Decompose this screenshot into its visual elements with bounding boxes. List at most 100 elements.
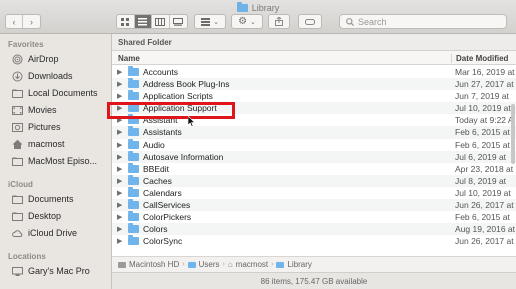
back-forward-buttons: ‹ › [5,14,41,29]
file-row[interactable]: ▶ Caches Jul 8, 2019 at [112,174,516,187]
file-date-modified: Feb 6, 2015 at [455,139,510,150]
folder-icon [128,186,139,197]
disclosure-triangle-icon[interactable]: ▶ [117,80,122,88]
sidebar-item-label: AirDrop [28,54,59,64]
share-button[interactable] [268,14,290,29]
back-button[interactable]: ‹ [6,15,24,28]
file-row[interactable]: ▶ BBEdit Apr 23, 2018 at [112,162,516,175]
disclosure-triangle-icon[interactable]: ▶ [117,225,122,233]
folder-icon [128,235,139,246]
chevron-right-icon: › [30,16,34,27]
sidebar-item-desktop[interactable]: Desktop [12,209,61,223]
group-by-button[interactable]: ⌄ [194,14,226,29]
file-row[interactable]: ▶ ColorSync Jun 26, 2017 at [112,235,516,247]
grid-icon [120,17,129,26]
file-name: Assistants [143,127,182,138]
file-row[interactable]: ▶ Autosave Information Jul 6, 2019 at [112,150,516,163]
sidebar-item-airdrop[interactable]: AirDrop [12,52,59,66]
disclosure-triangle-icon[interactable]: ▶ [117,189,122,197]
airdrop-icon [12,54,23,64]
folder-icon [128,162,139,173]
gear-icon: ⚙ [238,16,248,27]
file-row[interactable]: ▶ Application Scripts Jun 7, 2019 at [112,90,516,102]
file-name: Calendars [143,187,182,198]
column-header-name[interactable]: Name [118,54,140,63]
disclosure-triangle-icon[interactable]: ▶ [117,213,122,221]
forward-button[interactable]: › [23,15,40,28]
disclosure-triangle-icon[interactable]: ▶ [117,165,122,173]
file-date-modified: Jul 10, 2019 at [455,187,511,198]
group-icon [201,17,211,26]
gallery-view-button[interactable] [170,15,187,28]
disclosure-triangle-icon[interactable]: ▶ [117,201,122,209]
sidebar-item-label: Local Documents [28,88,98,98]
file-name: Audio [143,139,165,150]
file-name: Colors [143,224,168,235]
file-date-modified: Jun 26, 2017 at [455,236,514,247]
folder-icon [128,199,139,210]
chevron-down-icon: ⌄ [250,18,256,26]
file-date-modified: Apr 23, 2018 at [455,163,514,174]
file-date-modified: Jun 7, 2019 at [455,91,509,102]
mouse-cursor-icon [188,116,196,127]
hard-drive-icon [118,261,126,268]
path-segment-macintosh-hd[interactable]: Macintosh HD [129,260,179,269]
disclosure-triangle-icon[interactable]: ▶ [117,141,122,149]
sidebar-item-macmost-episodes[interactable]: MacMost Episo... [12,154,97,168]
sidebar-item-pictures[interactable]: Pictures [12,120,61,134]
disclosure-triangle-icon[interactable]: ▶ [117,237,122,245]
path-segment-users[interactable]: Users [199,260,220,269]
sidebar-item-documents[interactable]: Documents [12,192,74,206]
sidebar-item-label: macmost [28,139,65,149]
folder-icon [12,157,23,166]
column-view-button[interactable] [152,15,170,28]
file-row[interactable]: ▶ Audio Feb 6, 2015 at [112,138,516,151]
file-name: Application Scripts [143,91,213,102]
list-view-button[interactable] [134,15,152,28]
disclosure-triangle-icon[interactable]: ▶ [117,92,122,100]
chevron-right-icon: › [271,261,274,268]
sidebar-item-label: MacMost Episo... [28,156,98,166]
shared-folder-header: Shared Folder [112,34,516,51]
file-date-modified: Mar 16, 2019 at [455,67,515,77]
folder-icon [12,212,23,221]
column-header-date-modified[interactable]: Date Modified [451,54,508,63]
sidebar-item-macmost[interactable]: macmost [12,137,65,151]
file-name: Accounts [143,67,178,77]
folder-icon [128,223,139,234]
icon-view-button[interactable] [117,15,135,28]
file-row[interactable]: ▶ CallServices Jun 26, 2017 at [112,199,516,212]
sidebar-item-gary-mac-pro[interactable]: Gary's Mac Pro [12,264,90,278]
sidebar-item-downloads[interactable]: Downloads [12,69,73,83]
file-date-modified: Feb 6, 2015 at [455,212,510,223]
status-text: 86 items, 175.47 GB available [260,276,368,286]
sidebar-header-favorites: Favorites [8,40,44,49]
sidebar-item-movies[interactable]: Movies [12,103,57,117]
home-icon [12,139,23,149]
folder-icon [12,89,23,98]
search-field[interactable]: Search [339,14,507,29]
sidebar-item-label: Documents [28,194,74,204]
cloud-icon [12,229,23,237]
file-row[interactable]: ▶ Colors Aug 19, 2016 at [112,223,516,236]
disclosure-triangle-icon[interactable]: ▶ [117,153,122,161]
file-row[interactable]: ▶ Address Book Plug-Ins Jun 27, 2017 at [112,78,516,91]
file-row[interactable]: ▶ Assistants Feb 6, 2015 at [112,126,516,139]
disclosure-triangle-icon[interactable]: ▶ [117,68,122,76]
disclosure-triangle-icon[interactable]: ▶ [117,128,122,136]
path-segment-macmost[interactable]: macmost [236,260,268,269]
path-segment-library[interactable]: Library [287,260,311,269]
toolbar: Library ‹ › ⌄ ⚙ ⌄ Search [0,0,516,34]
file-name: BBEdit [143,163,169,174]
file-row[interactable]: ▶ Accounts Mar 16, 2019 at [112,66,516,78]
sidebar-item-label: Pictures [28,122,61,132]
sidebar-header-locations: Locations [8,252,46,261]
scrollbar[interactable] [511,104,515,164]
sidebar-item-icloud-drive[interactable]: iCloud Drive [12,226,77,240]
file-row[interactable]: ▶ Calendars Jul 10, 2019 at [112,186,516,199]
file-row[interactable]: ▶ ColorPickers Feb 6, 2015 at [112,211,516,223]
action-menu-button[interactable]: ⚙ ⌄ [231,14,263,29]
sidebar-item-local-documents[interactable]: Local Documents [12,86,98,100]
tags-button[interactable] [298,14,322,29]
disclosure-triangle-icon[interactable]: ▶ [117,177,122,185]
